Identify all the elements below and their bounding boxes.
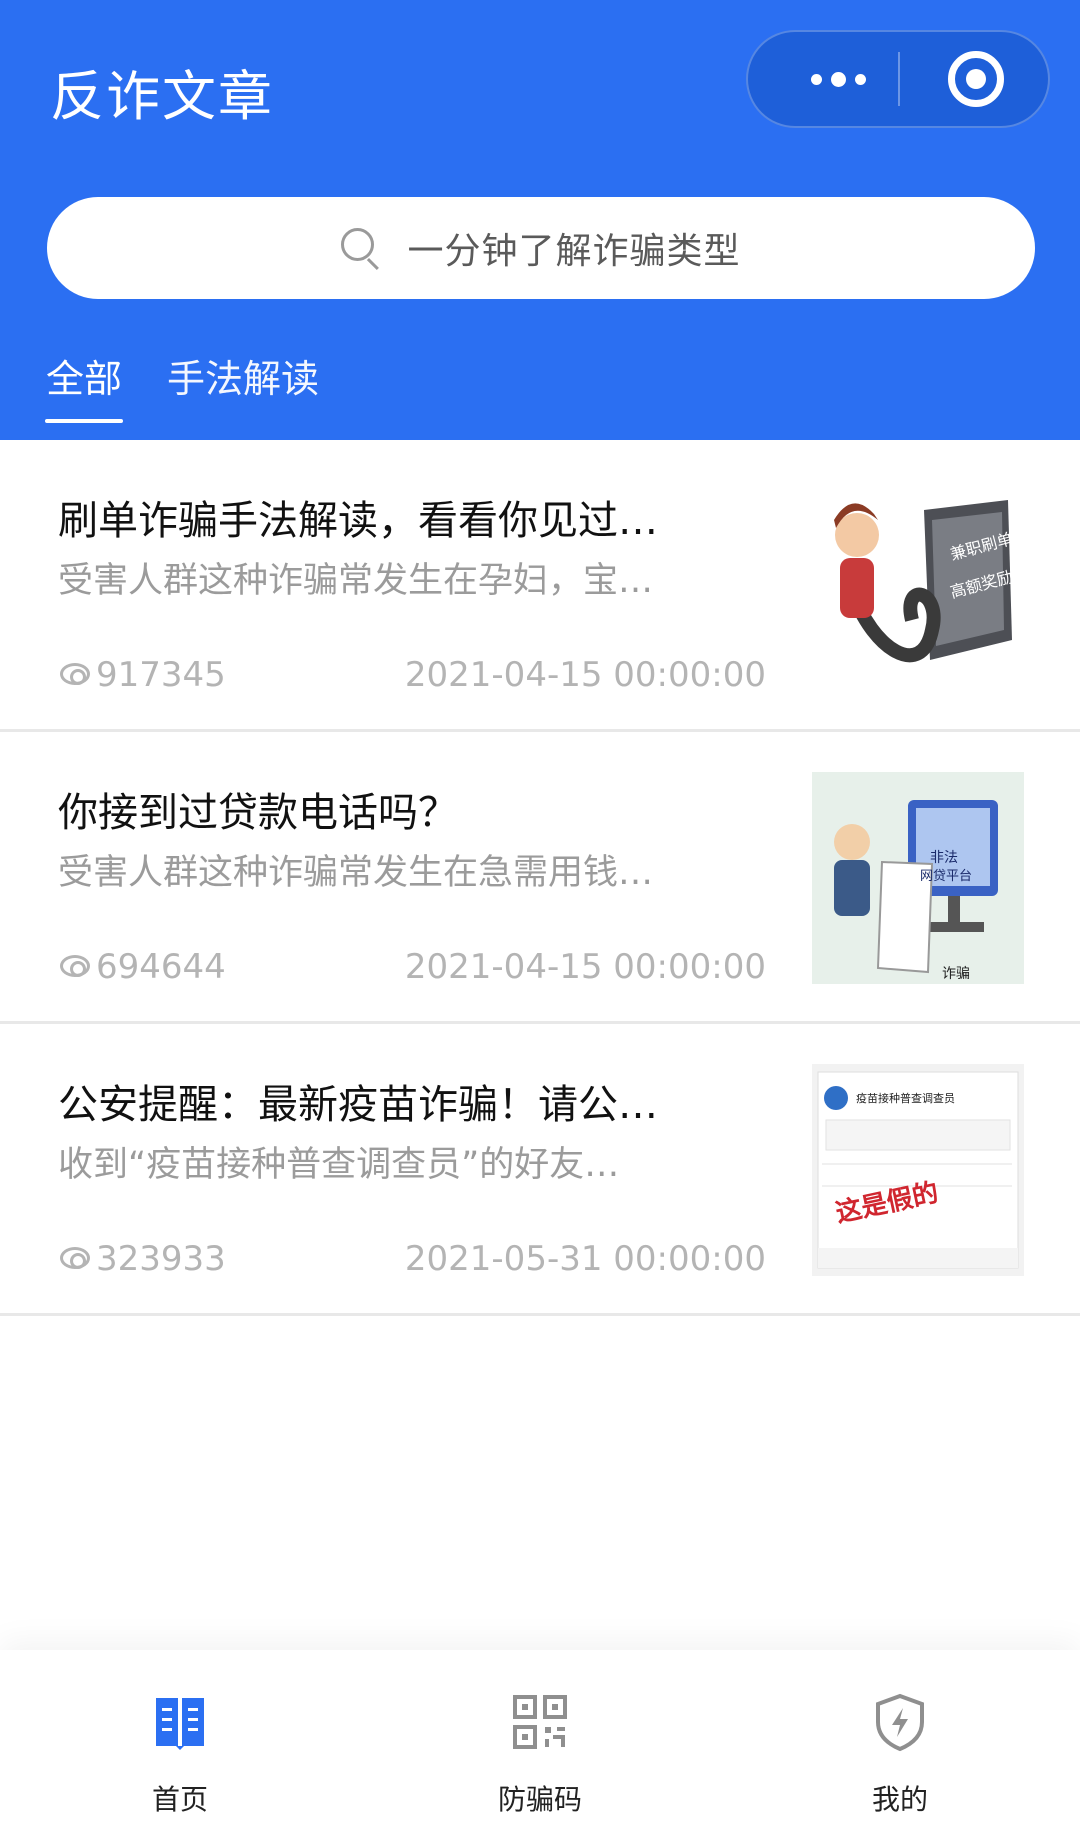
publish-date: 2021-04-15 00:00:00 <box>404 655 766 695</box>
article-title: 你接到过贷款电话吗？ <box>58 790 458 836</box>
search-bar[interactable]: 一分钟了解诈骗类型 <box>47 197 1035 299</box>
header: 反诈文章 一分钟了解诈骗类型 全部 手法解读 <box>0 0 1080 440</box>
tabbar-home[interactable]: 首页 <box>80 1650 280 1830</box>
tabbar-anti-fraud-code[interactable]: 防骗码 <box>440 1650 640 1830</box>
eye-icon <box>60 663 90 685</box>
tabbar-label: 防骗码 <box>497 1783 582 1816</box>
article-item[interactable]: 刷单诈骗手法解读，看看你见过… 受害人群这种诈骗常发生在孕妇，宝… 917345… <box>0 440 1080 732</box>
article-desc: 受害人群这种诈骗常发生在急需用钱… <box>58 853 654 893</box>
view-count: 694644 <box>96 947 226 987</box>
article-title: 刷单诈骗手法解读，看看你见过… <box>58 498 658 544</box>
svg-text:非法: 非法 <box>930 850 958 866</box>
shield-icon <box>876 1693 924 1752</box>
article-thumbnail: 疫苗接种普查调查员 这是假的 <box>812 1064 1024 1276</box>
eye-icon <box>60 1247 90 1269</box>
dot <box>830 71 846 87</box>
article-thumbnail: 非法 网贷平台 诈骗 <box>812 772 1024 984</box>
target-icon[interactable] <box>948 51 1004 107</box>
svg-text:诈骗: 诈骗 <box>942 966 970 982</box>
eye-icon <box>60 955 90 977</box>
publish-date: 2021-04-15 00:00:00 <box>404 947 766 987</box>
qr-code-icon <box>513 1695 567 1749</box>
mini-program-capsule <box>746 30 1050 128</box>
tabbar-label: 首页 <box>151 1783 208 1816</box>
tab-active-indicator <box>45 419 123 423</box>
capsule-divider <box>898 52 900 106</box>
svg-text:网贷平台: 网贷平台 <box>920 869 972 884</box>
article-desc: 受害人群这种诈骗常发生在孕妇，宝… <box>58 561 654 601</box>
dot <box>810 73 822 85</box>
article-title: 公安提醒：最新疫苗诈骗！请公… <box>58 1082 658 1128</box>
category-tabs: 全部 手法解读 <box>0 340 1080 440</box>
article-desc: 收到“疫苗接种普查调查员”的好友… <box>58 1145 620 1185</box>
article-meta: 694644 2021-04-15 00:00:00 <box>58 947 766 991</box>
tabbar-label: 我的 <box>871 1783 928 1816</box>
view-count: 917345 <box>96 655 226 695</box>
article-item[interactable]: 你接到过贷款电话吗？ 受害人群这种诈骗常发生在急需用钱… 694644 2021… <box>0 732 1080 1024</box>
tabbar-mine[interactable]: 我的 <box>800 1650 1000 1830</box>
search-placeholder: 一分钟了解诈骗类型 <box>407 231 741 272</box>
tab-technique[interactable]: 手法解读 <box>167 348 319 403</box>
article-list: 刷单诈骗手法解读，看看你见过… 受害人群这种诈骗常发生在孕妇，宝… 917345… <box>0 440 1080 1316</box>
dot <box>854 73 866 85</box>
more-dots-icon[interactable] <box>788 32 888 126</box>
tab-all[interactable]: 全部 <box>46 348 122 403</box>
view-count: 323933 <box>96 1239 226 1279</box>
article-meta: 917345 2021-04-15 00:00:00 <box>58 655 766 699</box>
publish-date: 2021-05-31 00:00:00 <box>404 1239 766 1279</box>
article-meta: 323933 2021-05-31 00:00:00 <box>58 1239 766 1283</box>
svg-text:疫苗接种普查调查员: 疫苗接种普查调查员 <box>856 1091 955 1105</box>
search-icon <box>341 228 381 271</box>
article-item[interactable]: 公安提醒：最新疫苗诈骗！请公… 收到“疫苗接种普查调查员”的好友… 323933… <box>0 1024 1080 1316</box>
bottom-tab-bar: 首页 防骗码 我的 <box>0 1650 1080 1830</box>
page-title: 反诈文章 <box>50 65 274 128</box>
book-icon <box>156 1698 204 1750</box>
article-thumbnail: 兼职刷单 高额奖励 <box>812 480 1024 692</box>
